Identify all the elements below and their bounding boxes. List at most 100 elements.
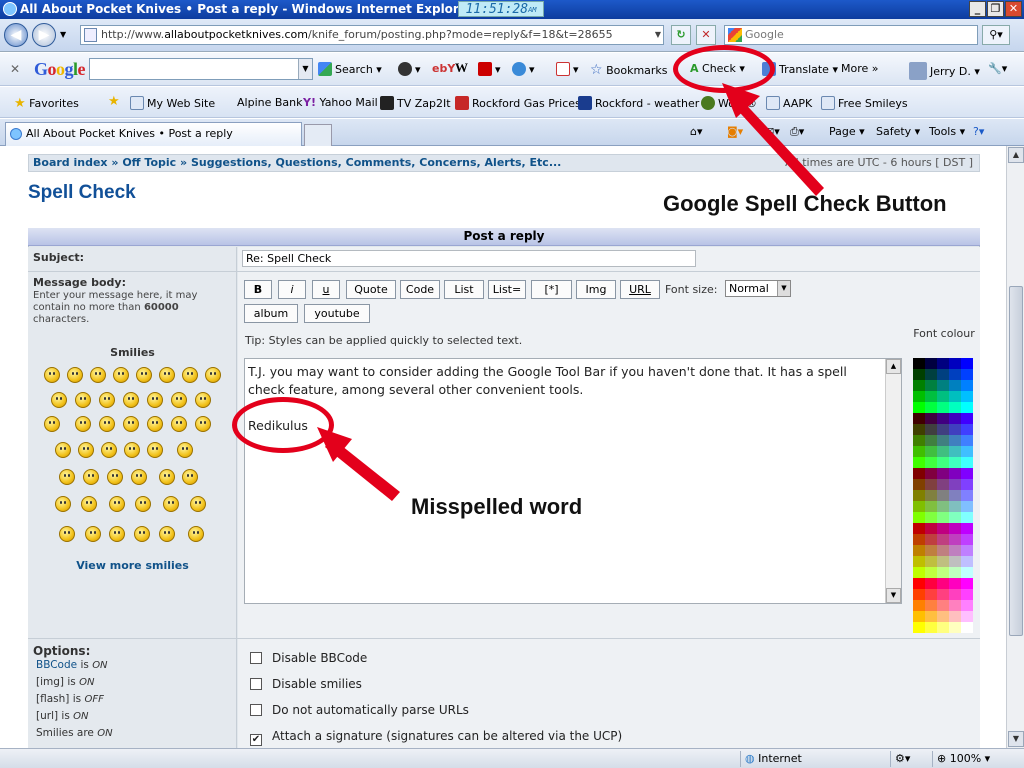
colour-swatch[interactable]	[949, 446, 961, 457]
tab-active[interactable]: All About Pocket Knives • Post a reply	[5, 122, 302, 146]
colour-swatch[interactable]	[925, 457, 937, 468]
smiley-icon[interactable]	[81, 496, 97, 512]
colour-swatch[interactable]	[949, 501, 961, 512]
textarea-scrollbar[interactable]: ▲ ▼	[885, 359, 901, 603]
colour-swatch[interactable]	[925, 501, 937, 512]
checkbox[interactable]	[250, 678, 262, 690]
smiley-icon[interactable]	[67, 367, 83, 383]
url-button[interactable]: URL	[620, 280, 660, 299]
colour-swatch[interactable]	[913, 479, 925, 490]
smiley-icon[interactable]	[123, 392, 139, 408]
colour-swatch[interactable]	[937, 611, 949, 622]
colour-swatch[interactable]	[961, 424, 973, 435]
address-input[interactable]: http://www.allaboutpocketknives.com/knif…	[80, 25, 664, 45]
wrench-icon[interactable]: 🔧▾	[988, 62, 1007, 75]
colour-swatch[interactable]	[949, 424, 961, 435]
colour-swatch[interactable]	[913, 413, 925, 424]
fav-item[interactable]: Rockford Gas Prices	[455, 96, 581, 110]
option-checkbox-row[interactable]: ✔ Attach a signature (signatures can be a…	[250, 729, 622, 746]
smiley-icon[interactable]	[109, 496, 125, 512]
colour-swatch[interactable]	[937, 589, 949, 600]
colour-swatch[interactable]	[925, 369, 937, 380]
colour-swatch[interactable]	[949, 600, 961, 611]
view-more-smilies-link[interactable]: View more smilies	[28, 559, 237, 572]
colour-swatch[interactable]	[949, 567, 961, 578]
colour-swatch[interactable]	[961, 501, 973, 512]
page-menu[interactable]: Page ▾	[829, 125, 865, 138]
smiley-icon[interactable]	[55, 442, 71, 458]
smiley-icon[interactable]	[59, 469, 75, 485]
colour-swatch[interactable]	[949, 523, 961, 534]
breadcrumb-off-topic[interactable]: Off Topic	[122, 156, 176, 169]
colour-swatch[interactable]	[913, 358, 925, 369]
smiley-icon[interactable]	[147, 392, 163, 408]
smiley-icon[interactable]	[159, 367, 175, 383]
smiley-icon[interactable]	[182, 469, 198, 485]
colour-swatch[interactable]	[949, 391, 961, 402]
add-button[interactable]: ▾	[512, 62, 535, 76]
smiley-icon[interactable]	[78, 442, 94, 458]
colour-swatch[interactable]	[961, 435, 973, 446]
scroll-up-icon[interactable]: ▲	[1008, 147, 1024, 163]
forward-button[interactable]: ▶	[32, 23, 56, 47]
smiley-icon[interactable]	[123, 416, 139, 432]
message-textarea[interactable]: T.J. you may want to consider adding the…	[244, 358, 902, 604]
colour-swatch[interactable]	[913, 622, 925, 633]
colour-swatch[interactable]	[949, 358, 961, 369]
option-checkbox-row[interactable]: Disable smilies	[250, 677, 362, 691]
colour-swatch[interactable]	[961, 413, 973, 424]
smiley-icon[interactable]	[99, 416, 115, 432]
smiley-icon[interactable]	[131, 469, 147, 485]
colour-swatch[interactable]	[913, 556, 925, 567]
colour-swatch[interactable]	[961, 534, 973, 545]
smiley-icon[interactable]	[107, 469, 123, 485]
colour-swatch[interactable]	[913, 578, 925, 589]
colour-swatch[interactable]	[925, 622, 937, 633]
checkbox[interactable]	[250, 704, 262, 716]
colour-swatch[interactable]	[961, 578, 973, 589]
zoom-control[interactable]: ⊕ 100% ▾	[932, 751, 1012, 767]
smiley-icon[interactable]	[90, 367, 106, 383]
colour-swatch[interactable]	[925, 380, 937, 391]
print-icon[interactable]: ⎙▾	[790, 125, 804, 139]
colour-swatch[interactable]	[949, 380, 961, 391]
smiley-icon[interactable]	[147, 442, 163, 458]
colour-swatch[interactable]	[937, 380, 949, 391]
smiley-icon[interactable]	[195, 416, 211, 432]
colour-swatch[interactable]	[925, 391, 937, 402]
home-icon[interactable]: ⌂▾	[690, 125, 703, 138]
stop-icon[interactable]: ✕	[696, 25, 716, 45]
colour-swatch[interactable]	[949, 369, 961, 380]
smiley-icon[interactable]	[205, 367, 221, 383]
colour-swatch[interactable]	[925, 567, 937, 578]
colour-swatch[interactable]	[949, 622, 961, 633]
smiley-icon[interactable]	[83, 469, 99, 485]
minimize-button[interactable]: _	[969, 1, 986, 17]
search-input[interactable]: Google	[724, 25, 978, 45]
fav-item[interactable]: Y! Yahoo Mail	[303, 96, 378, 109]
protected-mode-icon[interactable]: ⚙▾	[890, 751, 932, 767]
colour-swatch[interactable]	[961, 402, 973, 413]
font-colour-palette[interactable]	[913, 358, 973, 633]
popup-blocker-button[interactable]: ▾	[556, 62, 579, 76]
colour-swatch[interactable]	[961, 457, 973, 468]
colour-swatch[interactable]	[961, 369, 973, 380]
fav-item[interactable]: Rockford - weather	[578, 96, 699, 110]
colour-swatch[interactable]	[937, 567, 949, 578]
toolbar-close-icon[interactable]: ✕	[10, 62, 20, 76]
safety-menu[interactable]: Safety ▾	[876, 125, 920, 138]
option-checkbox-row[interactable]: Do not automatically parse URLs	[250, 703, 469, 717]
smiley-icon[interactable]	[135, 496, 151, 512]
help-icon[interactable]: ?▾	[973, 125, 984, 138]
page-scrollbar[interactable]: ▲ ▼	[1006, 146, 1024, 748]
fav-item[interactable]: Woot®	[701, 96, 757, 110]
colour-swatch[interactable]	[949, 457, 961, 468]
colour-swatch[interactable]	[925, 468, 937, 479]
breadcrumb-forum[interactable]: Suggestions, Questions, Comments, Concer…	[191, 156, 561, 169]
smiley-icon[interactable]	[99, 392, 115, 408]
colour-swatch[interactable]	[937, 446, 949, 457]
smiley-icon[interactable]	[51, 392, 67, 408]
more-button[interactable]: More »	[841, 62, 879, 75]
colour-swatch[interactable]	[937, 391, 949, 402]
colour-swatch[interactable]	[913, 523, 925, 534]
